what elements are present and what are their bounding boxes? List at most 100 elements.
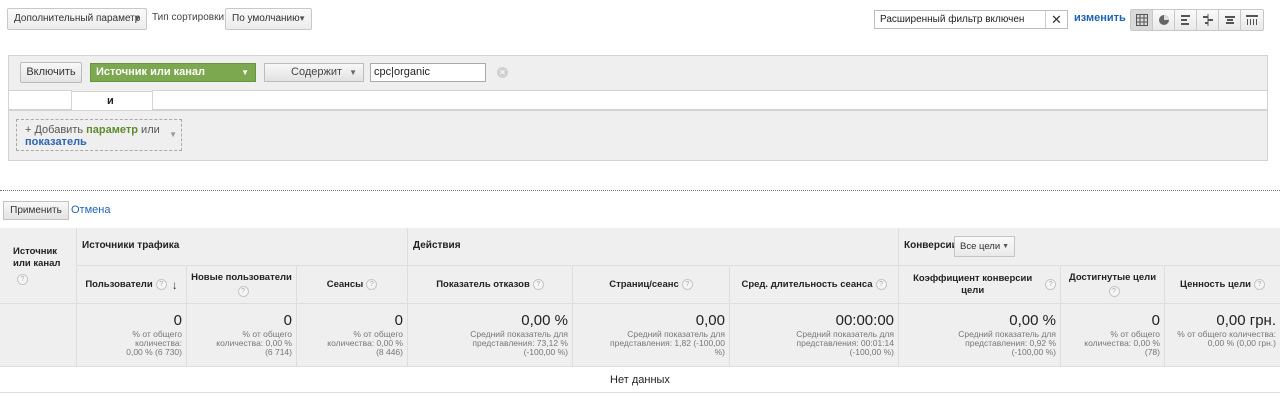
group-acquisition-label: Источники трафика xyxy=(82,240,180,251)
dimension-select[interactable]: Источник или канал ▼ xyxy=(90,63,256,82)
cancel-link[interactable]: Отмена xyxy=(71,204,110,216)
total-avg-session-duration: 00:00:00 Средний показатель для представ… xyxy=(730,304,899,367)
total-bounce-rate: 0,00 % Средний показатель для представле… xyxy=(408,304,573,367)
total-goal-value: 0,00 грн. % от общего количества: 0,00 %… xyxy=(1165,304,1280,367)
add-dimension-or-metric[interactable]: + Добавить параметр или показатель ▼ xyxy=(16,119,182,151)
sort-type-select[interactable]: По умолчанию ▼ xyxy=(225,8,312,30)
col-goal-conversion-rate[interactable]: Коэффициент конверсии цели ? xyxy=(899,266,1061,304)
comparison-icon[interactable] xyxy=(1197,10,1219,30)
chevron-down-icon: ▼ xyxy=(169,130,177,139)
total-sessions: 0 % от общего количества: 0,00 % (8 446) xyxy=(297,304,408,367)
total-sub: % от общего количества: 0,00 % (6 730) xyxy=(126,329,182,357)
help-icon[interactable]: ? xyxy=(681,279,693,290)
pie-icon[interactable] xyxy=(1153,10,1175,30)
goals-select[interactable]: Все цели ▼ xyxy=(954,236,1015,257)
col-goal-completions-label: Достигнутые цели xyxy=(1068,272,1157,283)
col-goal-completions[interactable]: Достигнутые цели ? xyxy=(1061,266,1165,304)
bar-icon[interactable] xyxy=(1175,10,1197,30)
total-value: 0,00 грн. xyxy=(1216,312,1276,329)
total-sub: Средний показатель для представления: 73… xyxy=(470,329,568,357)
col-goal-value[interactable]: Ценность цели ? xyxy=(1165,266,1280,304)
help-icon[interactable]: ? xyxy=(366,279,378,290)
col-avg-session-duration-label: Сред. длительность сеанса xyxy=(741,278,873,290)
total-value: 0 xyxy=(173,312,182,329)
col-avg-session-duration[interactable]: Сред. длительность сеанса ? xyxy=(730,266,899,304)
help-icon[interactable]: ? xyxy=(17,274,28,285)
chevron-down-icon: ▼ xyxy=(1002,243,1009,250)
total-sub: Средний показатель для представления: 1,… xyxy=(610,329,725,357)
dimension-header[interactable]: Источник или канал ? xyxy=(0,228,77,304)
and-connector-right xyxy=(152,90,1268,110)
group-acquisition: Источники трафика xyxy=(77,228,408,266)
col-new-users-label: Новые пользователи xyxy=(191,272,292,283)
totals-dimension-cell xyxy=(0,304,77,367)
goals-select-label: Все цели xyxy=(960,241,1001,252)
clear-icon[interactable]: ✕ xyxy=(497,67,508,78)
col-bounce-rate-label: Показатель отказов xyxy=(436,278,530,290)
total-sub: % от общего количества: 0,00 % (78) xyxy=(1084,329,1160,357)
total-sub: % от общего количества: 0,00 % (6 714) xyxy=(216,329,292,357)
col-users[interactable]: Пользователи ? ↓ xyxy=(77,266,187,304)
help-icon[interactable]: ? xyxy=(155,279,167,290)
chevron-down-icon: ▼ xyxy=(133,14,141,23)
table-icon[interactable] xyxy=(1131,10,1153,30)
total-sub: % от общего количества: 0,00 % (0,00 грн… xyxy=(1177,329,1276,348)
total-pages-per-session: 0,00 Средний показатель для представлени… xyxy=(573,304,730,367)
include-button[interactable]: Включить xyxy=(20,62,82,83)
total-value: 0 xyxy=(394,312,403,329)
total-new-users: 0 % от общего количества: 0,00 % (6 714) xyxy=(187,304,297,367)
term-cloud-icon[interactable] xyxy=(1219,10,1241,30)
pivot-icon[interactable] xyxy=(1241,10,1263,30)
col-bounce-rate[interactable]: Показатель отказов ? xyxy=(408,266,573,304)
filter-status-text: Расширенный фильтр включен xyxy=(880,14,1025,25)
secondary-dimension-label: Дополнительный параметр xyxy=(14,13,141,24)
dimension-label: Источник или канал xyxy=(96,66,206,78)
total-value: 00:00:00 xyxy=(835,312,894,329)
sort-down-icon[interactable]: ↓ xyxy=(172,279,178,291)
group-behavior: Действия xyxy=(408,228,899,266)
chevron-down-icon: ▼ xyxy=(241,68,249,77)
total-value: 0,00 xyxy=(695,312,725,329)
col-pages-per-session-label: Страниц/сеанс xyxy=(609,278,679,290)
chevron-down-icon: ▼ xyxy=(349,68,357,77)
help-icon[interactable]: ? xyxy=(237,286,249,297)
total-value: 0 xyxy=(1151,312,1160,329)
filter-value-input[interactable]: cpc|organic xyxy=(370,63,486,82)
add-param-text: параметр xyxy=(86,124,138,136)
add-filter-panel xyxy=(8,110,1268,161)
total-goal-completions: 0 % от общего количества: 0,00 % (78) xyxy=(1061,304,1165,367)
help-icon[interactable]: ? xyxy=(532,279,544,290)
group-conversions-label: Конверсии xyxy=(904,240,958,251)
total-users: 0 % от общего количества: 0,00 % (6 730) xyxy=(77,304,187,367)
group-behavior-label: Действия xyxy=(413,240,461,251)
sort-type-value: По умолчанию xyxy=(232,13,300,24)
col-users-label: Пользователи xyxy=(85,278,153,290)
no-data-message: Нет данных xyxy=(0,367,1280,393)
col-sessions[interactable]: Сеансы ? xyxy=(297,266,408,304)
total-value: 0 xyxy=(283,312,292,329)
chevron-down-icon: ▼ xyxy=(298,14,306,23)
change-filter-link[interactable]: изменить xyxy=(1074,12,1126,24)
total-value: 0,00 % xyxy=(521,312,568,329)
match-type-label: Содержит xyxy=(291,66,343,78)
match-type-select[interactable]: Содержит ▼ xyxy=(264,63,364,82)
view-switcher xyxy=(1130,9,1264,31)
help-icon[interactable]: ? xyxy=(1108,286,1120,297)
add-metric-text: показатель xyxy=(25,136,87,148)
apply-button[interactable]: Применить xyxy=(3,201,69,220)
total-sub: Средний показатель для представления: 0,… xyxy=(958,329,1056,357)
col-pages-per-session[interactable]: Страниц/сеанс ? xyxy=(573,266,730,304)
help-icon[interactable]: ? xyxy=(1253,279,1265,290)
total-goal-conversion-rate: 0,00 % Средний показатель для представле… xyxy=(899,304,1061,367)
col-new-users[interactable]: Новые пользователи ? xyxy=(187,266,297,304)
advanced-filter-status: Расширенный фильтр включен ✕ xyxy=(874,10,1068,29)
col-goal-value-label: Ценность цели xyxy=(1180,278,1251,290)
sort-type-label: Тип сортировки: xyxy=(152,12,227,23)
help-icon[interactable]: ? xyxy=(875,279,887,290)
dimension-header-label: Источник или канал xyxy=(13,246,61,269)
total-value: 0,00 % xyxy=(1009,312,1056,329)
secondary-dimension-select[interactable]: Дополнительный параметр ▼ xyxy=(7,8,147,30)
help-icon[interactable]: ? xyxy=(1045,279,1056,290)
col-goal-conversion-rate-label: Коэффициент конверсии цели xyxy=(913,272,1033,296)
close-icon[interactable]: ✕ xyxy=(1045,11,1067,28)
